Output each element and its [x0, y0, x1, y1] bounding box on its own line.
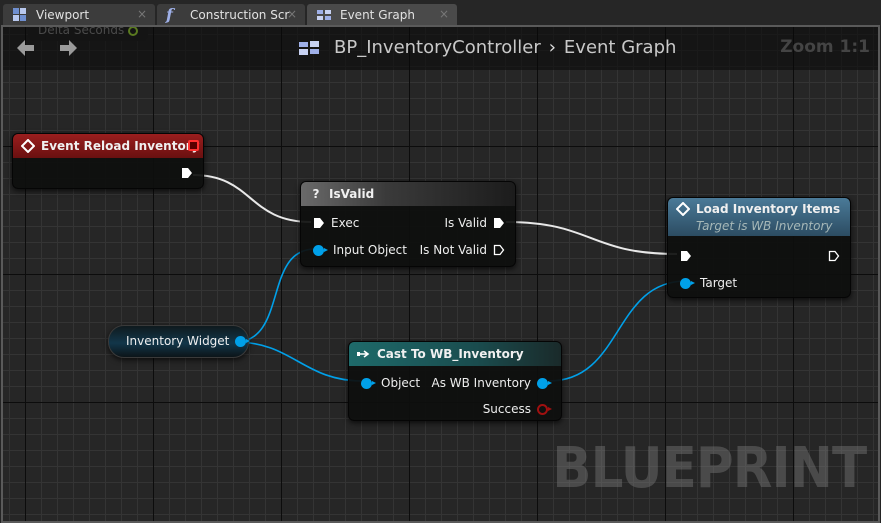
exec-out-pin[interactable] — [828, 250, 840, 262]
event-diamond-icon — [21, 139, 35, 153]
cast-arrow-icon — [357, 347, 371, 361]
exec-out-pin[interactable] — [181, 167, 193, 179]
is-valid-node[interactable]: ? IsValid Exec Input Object Is Valid Is … — [300, 181, 516, 267]
exec-wire-event-to-isvalid[interactable] — [192, 174, 312, 223]
viewport-icon — [12, 7, 28, 23]
question-icon: ? — [312, 187, 320, 201]
inventory-widget-variable-node[interactable]: Inventory Widget — [108, 325, 251, 358]
as-wb-inventory-pin[interactable]: As WB Inventory — [431, 376, 552, 390]
close-icon[interactable]: × — [287, 7, 297, 21]
function-icon: f — [166, 5, 173, 24]
node-header: Load Inventory Items Target is WB Invent… — [668, 198, 850, 236]
close-icon[interactable]: × — [439, 7, 449, 21]
success-pin[interactable]: Success — [483, 402, 552, 416]
close-icon[interactable]: × — [137, 7, 147, 21]
node-subtitle: Target is WB Inventory — [696, 219, 833, 233]
object-wire-cast-to-load[interactable] — [548, 280, 687, 382]
event-graph-canvas[interactable]: Delta Seconds BP_InventoryController › E… — [1, 25, 880, 523]
node-header: Cast To WB_Inventory — [349, 342, 561, 366]
node-header: ? IsValid — [301, 182, 515, 206]
tab-event-graph[interactable]: Event Graph × — [307, 4, 457, 26]
is-not-valid-pin[interactable]: Is Not Valid — [420, 243, 505, 257]
tab-construction-script[interactable]: f Construction Scrip × — [157, 4, 305, 26]
object-wire-widget-to-cast[interactable] — [234, 341, 364, 382]
input-object-pin[interactable]: Input Object — [313, 243, 407, 257]
function-diamond-icon — [676, 202, 690, 216]
is-valid-pin[interactable]: Is Valid — [444, 216, 505, 230]
node-header: Event Reload Inventory — [13, 134, 203, 158]
target-pin[interactable]: Target — [680, 276, 737, 290]
cast-to-wb-inventory-node[interactable]: Cast To WB_Inventory Object As WB Invent… — [348, 341, 562, 421]
event-graph-icon — [316, 7, 332, 23]
event-reload-inventory-node[interactable]: Event Reload Inventory — [12, 133, 204, 189]
load-inventory-items-node[interactable]: Load Inventory Items Target is WB Invent… — [667, 197, 851, 298]
tab-viewport[interactable]: Viewport × — [3, 4, 155, 26]
object-pin[interactable]: Object — [361, 376, 420, 390]
delegate-pin-icon[interactable] — [188, 140, 199, 151]
exec-wire-isvalid-to-load[interactable] — [505, 221, 678, 255]
tab-bar: Viewport × f Construction Scrip × Event … — [0, 0, 881, 26]
exec-in-pin[interactable]: Exec — [313, 216, 359, 230]
inventory-widget-pin[interactable]: Inventory Widget — [126, 334, 251, 348]
exec-in-pin[interactable] — [680, 250, 692, 262]
